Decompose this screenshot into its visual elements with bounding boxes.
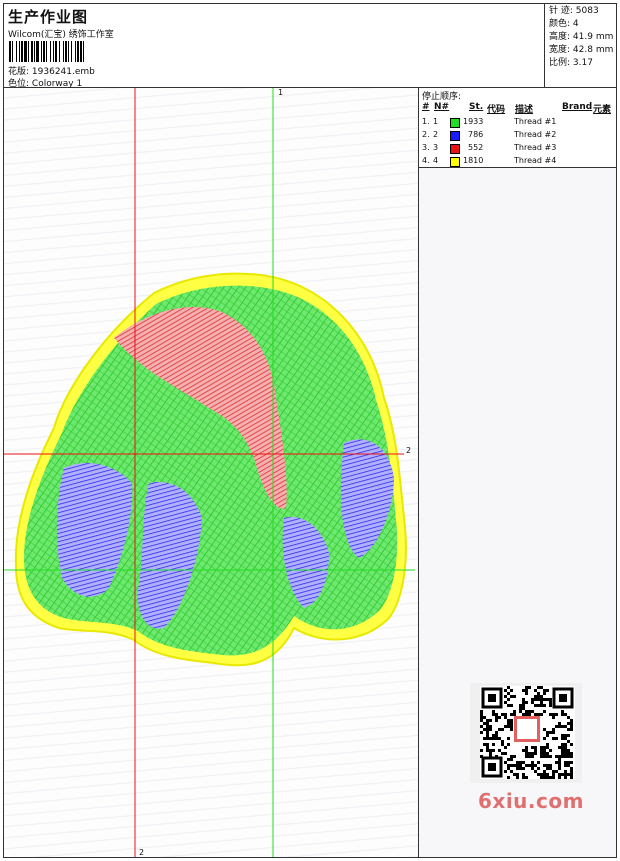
col-code: 代码 — [487, 105, 506, 115]
table-row[interactable]: 3. 3 552 Thread #3 — [419, 142, 616, 155]
qr-code — [470, 683, 582, 783]
header-info: 生产作业图 Wilcom(汇宝) 绣饰工作室 花版: 1936241.emb 色… — [4, 4, 545, 89]
color-swatch — [450, 118, 460, 128]
col-desc: 描述 — [515, 105, 534, 115]
axis-label-right: 2 — [406, 446, 412, 455]
col-hash: # — [422, 102, 430, 112]
page-title: 生产作业图 — [8, 8, 89, 26]
color-swatch — [450, 131, 460, 141]
table-row[interactable]: 1. 1 1933 Thread #1 — [419, 116, 616, 129]
spec-colors: 颜色: 4 — [549, 19, 579, 29]
barcode — [9, 41, 145, 62]
spec-width: 宽度: 42.8 mm — [549, 45, 614, 55]
spec-box: 针 迹: 5083 颜色: 4 高度: 41.9 mm 宽度: 42.8 mm … — [545, 4, 616, 88]
spec-scale: 比例: 3.17 — [549, 58, 593, 68]
color-swatch — [450, 144, 460, 154]
color-swatch — [450, 157, 460, 167]
qr-code-pattern — [480, 686, 575, 779]
spec-height: 高度: 41.9 mm — [549, 32, 614, 42]
axis-label-bottom: 2 — [139, 848, 145, 857]
col-element: 元素 — [593, 105, 612, 115]
axis-label-top: 1 — [278, 88, 284, 97]
stop-sequence-title: 停止顺序: — [422, 92, 462, 102]
col-brand: Brand — [562, 102, 593, 112]
design-canvas[interactable]: 1 2 2 — [4, 88, 419, 857]
spec-stitches: 针 迹: 5083 — [549, 6, 599, 16]
table-row[interactable]: 4. 4 1810 Thread #4 — [419, 155, 616, 168]
col-st: St. — [469, 102, 484, 112]
table-row[interactable]: 2. 2 786 Thread #2 — [419, 129, 616, 142]
company-name: Wilcom(汇宝) 绣饰工作室 — [8, 30, 114, 40]
embroidery-preview — [4, 88, 415, 857]
col-n: N# — [434, 102, 450, 112]
stop-sequence-table: 停止顺序: # N# St. 代码 描述 Brand 元素 1. 1 1933 … — [419, 88, 616, 168]
watermark: 6xiu.com — [478, 789, 584, 813]
